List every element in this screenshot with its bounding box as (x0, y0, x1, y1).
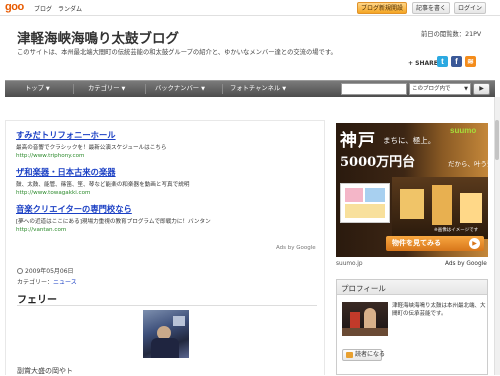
nav-divider (145, 84, 146, 94)
previous-day-views: 前日の閲覧数：21PV (421, 31, 482, 38)
post-category: カテゴリー：ニュース (17, 277, 77, 286)
banner-city: 神戸 (340, 131, 376, 151)
become-reader-button[interactable]: 読者になる (342, 349, 386, 361)
reader-icon (346, 352, 353, 358)
banner-tagline: まちに、極上。 (383, 136, 436, 145)
nav-item-photo-channel[interactable]: フォトチャンネル ▼ (230, 81, 286, 97)
twitter-icon[interactable]: t (437, 56, 448, 67)
post-date-text: 2009年05月06日 (25, 268, 74, 275)
goo-top-bar: goo ブログ ランダム ブログ新規開設 記事を書く ログイン (0, 0, 500, 16)
nav-item-label: カテゴリー (88, 85, 120, 92)
view-property-button[interactable]: 物件を見てみる ▶ (386, 236, 484, 251)
post-category-label: カテゴリー： (17, 279, 54, 286)
nav-item-label: フォトチャンネル (230, 85, 281, 92)
ads-by-google-label[interactable]: Ads by Google (445, 261, 487, 267)
ad-url[interactable]: http://www.triphony.com (16, 153, 167, 159)
clock-icon (17, 268, 23, 274)
profile-heading: プロフィール (341, 284, 386, 293)
post-date: 2009年05月06日 (17, 266, 74, 275)
post-category-link[interactable]: ニュース (53, 279, 77, 286)
chevron-down-icon: ▼ (121, 86, 126, 92)
nav-item-backnumber[interactable]: バックナンバー ▼ (155, 81, 205, 97)
blog-description: このサイトは、本州最北端大間町の伝統芸能の和太鼓グループの紹介と、ゆかいなメンバ… (17, 49, 337, 56)
blog-title[interactable]: 津軽海峡海鳴り太鼓ブログ (17, 27, 179, 47)
banner-floorplan-image (340, 183, 390, 223)
rss-icon[interactable]: ≋ (465, 56, 476, 67)
nav-item-label: トップ (25, 85, 44, 92)
cta-label: 物件を見てみる (392, 239, 441, 247)
ad-url[interactable]: http://vantan.com (16, 227, 211, 233)
profile-text: 津軽海峡海鳴り太鼓は本州最北端、大間町の伝承芸能です。 (392, 303, 486, 317)
suumo-logo: suumo (450, 126, 477, 135)
chevron-down-icon: ▼ (464, 86, 468, 92)
ad-unit[interactable]: すみだトリフォニーホール 最高の音響でクラシックを！最新公演スケジュールはこちら… (16, 129, 167, 159)
search-go-button[interactable]: ▶ (473, 83, 490, 95)
ad-description: 最高の音響でクラシックを！最新公演スケジュールはこちら (16, 145, 167, 151)
ad-title-link[interactable]: ザ和楽器・日本古来の楽器 (16, 166, 189, 178)
nav-item-category[interactable]: カテゴリー ▼ (88, 81, 125, 97)
share-label[interactable]: + SHARE (408, 60, 438, 67)
ad-title-link[interactable]: すみだトリフォニーホール (16, 129, 167, 141)
new-blog-button[interactable]: ブログ新規開設 (357, 2, 407, 14)
ad-unit[interactable]: 音楽クリエイターの専門校なら [夢への近道はここにある]現場力重視の教育プログラ… (16, 203, 211, 233)
nav-item-top[interactable]: トップ ▼ (25, 81, 50, 97)
chevron-down-icon: ▼ (282, 86, 287, 92)
goo-blog-link[interactable]: ブログ (34, 4, 52, 13)
write-post-button[interactable]: 記事を書く (412, 2, 450, 14)
reader-button-label: 読者になる (355, 351, 386, 358)
search-scope-select[interactable]: このブログ内で ▼ (409, 83, 471, 95)
profile-header: プロフィール (337, 280, 487, 295)
chevron-down-icon: ▼ (45, 86, 50, 92)
goo-random-link[interactable]: ランダム (58, 4, 82, 13)
nav-divider (73, 84, 74, 94)
ad-description: 鼓、太鼓、能管、篠笛、笙、琴など能楽の和楽器を動画と写真で説明 (16, 182, 190, 188)
nav-divider (222, 84, 223, 94)
ads-by-google-label[interactable]: Ads by Google (276, 245, 316, 251)
search-scope-value: このブログ内で (412, 86, 451, 92)
login-button[interactable]: ログイン (454, 2, 486, 14)
post-title[interactable]: フェリー (17, 291, 57, 306)
ad-unit[interactable]: ザ和楽器・日本古来の楽器 鼓、太鼓、能管、篠笛、笙、琴など能楽の和楽器を動画と写… (16, 166, 189, 196)
facebook-icon[interactable]: f (451, 56, 462, 67)
post-photo[interactable] (143, 310, 189, 358)
scrollbar-thumb[interactable] (495, 120, 499, 160)
blog-search-input[interactable] (341, 83, 407, 95)
banner-price-sub: だから、叶う贅沢 (448, 160, 488, 168)
ad-url[interactable]: http://www.towagakki.com (16, 190, 189, 196)
post-divider (17, 305, 317, 306)
profile-photo[interactable] (342, 302, 388, 336)
arrow-right-icon: ▶ (469, 238, 480, 249)
suumo-site-link[interactable]: suumo.jp (336, 261, 363, 267)
ad-title-link[interactable]: 音楽クリエイターの専門校なら (16, 203, 211, 215)
banner-note: ※画像はイメージです (434, 228, 479, 233)
goo-logo[interactable]: goo (5, 1, 24, 13)
suumo-ad-banner[interactable]: 神戸 まちに、極上。 suumo 5000万円台 だから、叶う贅沢 ※画像はイメ… (336, 123, 488, 257)
main-nav: トップ ▼ カテゴリー ▼ バックナンバー ▼ フォトチャンネル ▼ このブログ内で ▼ … (5, 80, 495, 97)
chevron-down-icon: ▼ (201, 86, 205, 92)
banner-price: 5000万円台 (340, 155, 416, 170)
profile-widget: プロフィール 津軽海峡海鳴り太鼓は本州最北端、大間町の伝承芸能です。 読者になる (336, 279, 488, 375)
ad-description: [夢への近道はここにある]現場力重視の教育プログラムで即戦力に！バンタン (16, 219, 211, 225)
nav-item-label: バックナンバー (155, 85, 200, 92)
